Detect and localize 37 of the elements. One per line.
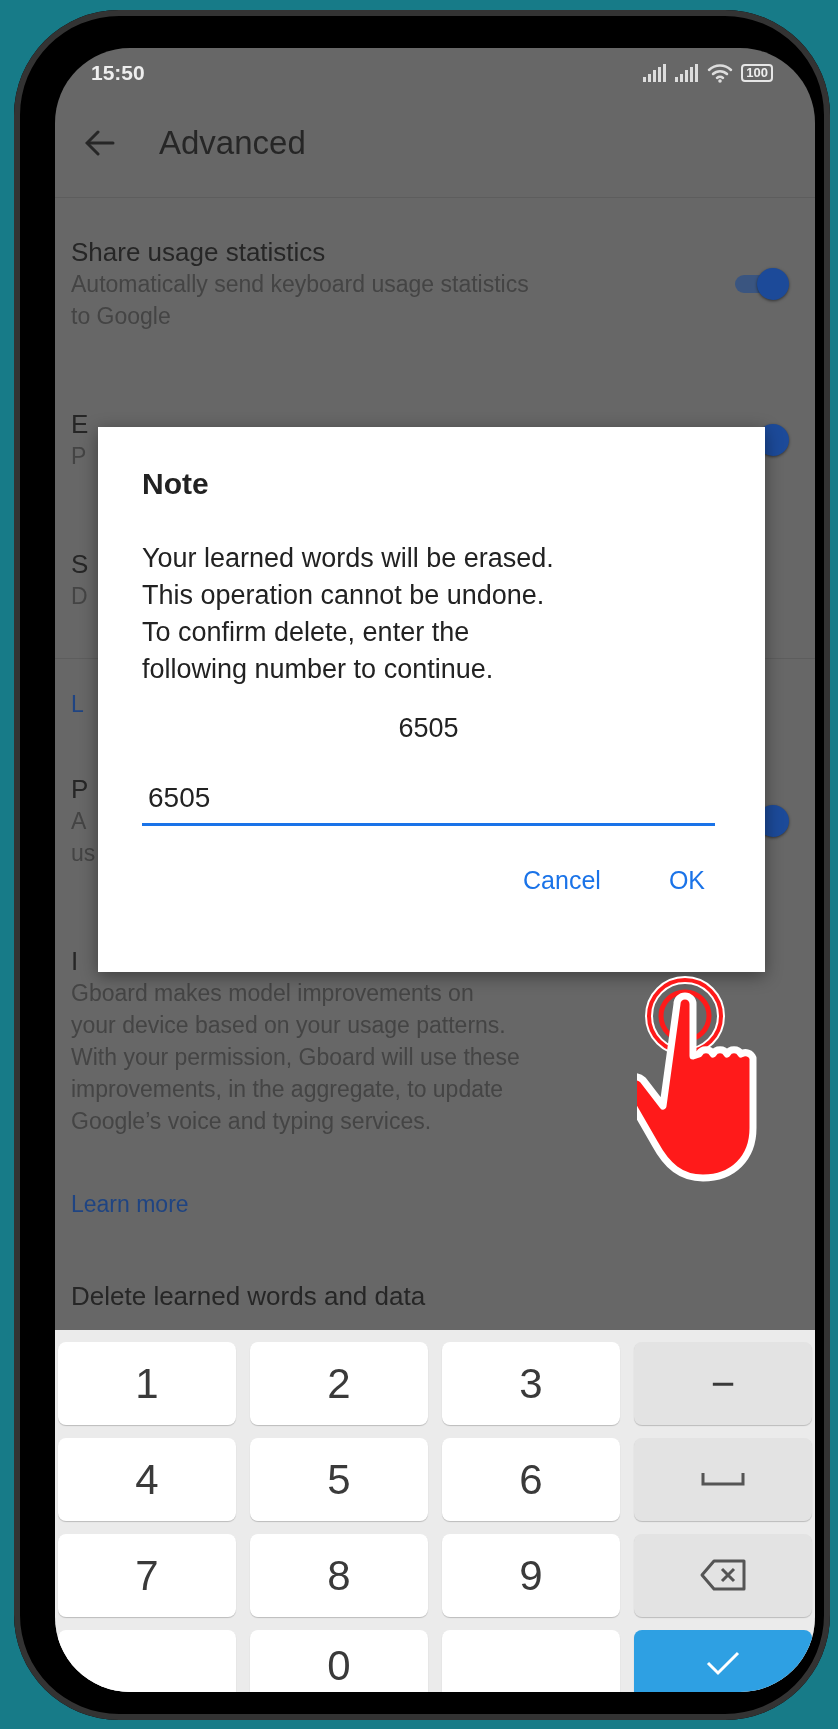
backspace-key[interactable] bbox=[634, 1534, 812, 1617]
key[interactable]: 1 bbox=[58, 1342, 236, 1425]
key[interactable]: 7 bbox=[58, 1534, 236, 1617]
category-title: L bbox=[71, 690, 84, 717]
dialog-message: Your learned words will be erased. This operation cannot be undone. To confirm delete, enter the following number to continue. bbox=[142, 542, 555, 686]
checkmark-icon bbox=[705, 1650, 741, 1676]
backspace-icon bbox=[700, 1559, 746, 1592]
setting-title: E bbox=[71, 407, 89, 440]
key[interactable]: 9 bbox=[442, 1534, 620, 1617]
space-bar-icon bbox=[701, 1472, 745, 1487]
status-time: 15:50 bbox=[91, 59, 145, 86]
key[interactable] bbox=[58, 1630, 236, 1692]
wifi-icon bbox=[707, 62, 734, 83]
setting-title: Delete learned words and data bbox=[71, 1279, 426, 1312]
setting-title: Share usage statistics bbox=[71, 235, 327, 268]
key[interactable]: 8 bbox=[250, 1534, 428, 1617]
screen-title: Advanced bbox=[159, 123, 306, 164]
signal-icon bbox=[643, 63, 668, 82]
key[interactable]: 2 bbox=[250, 1342, 428, 1425]
cancel-button[interactable]: Cancel bbox=[513, 855, 611, 905]
key[interactable]: 5 bbox=[250, 1438, 428, 1521]
key[interactable]: 3 bbox=[442, 1342, 620, 1425]
ok-button[interactable]: OK bbox=[658, 855, 715, 905]
battery-level: 100 bbox=[741, 63, 773, 82]
key[interactable]: 0 bbox=[250, 1630, 428, 1692]
key[interactable]: 4 bbox=[58, 1438, 236, 1521]
number-input-field[interactable]: 6505 bbox=[142, 766, 715, 826]
key[interactable]: 6 bbox=[442, 1438, 620, 1521]
key[interactable]: − bbox=[634, 1342, 812, 1425]
setting-title: S bbox=[71, 547, 89, 580]
signal-icon bbox=[675, 63, 700, 82]
back-arrow-icon[interactable] bbox=[85, 130, 115, 156]
setting-title: P bbox=[71, 773, 90, 806]
setting-title: I bbox=[71, 945, 80, 978]
confirmation-number: 6505 bbox=[397, 712, 460, 745]
dialog-title: Note bbox=[142, 466, 210, 502]
done-key[interactable] bbox=[634, 1630, 812, 1692]
